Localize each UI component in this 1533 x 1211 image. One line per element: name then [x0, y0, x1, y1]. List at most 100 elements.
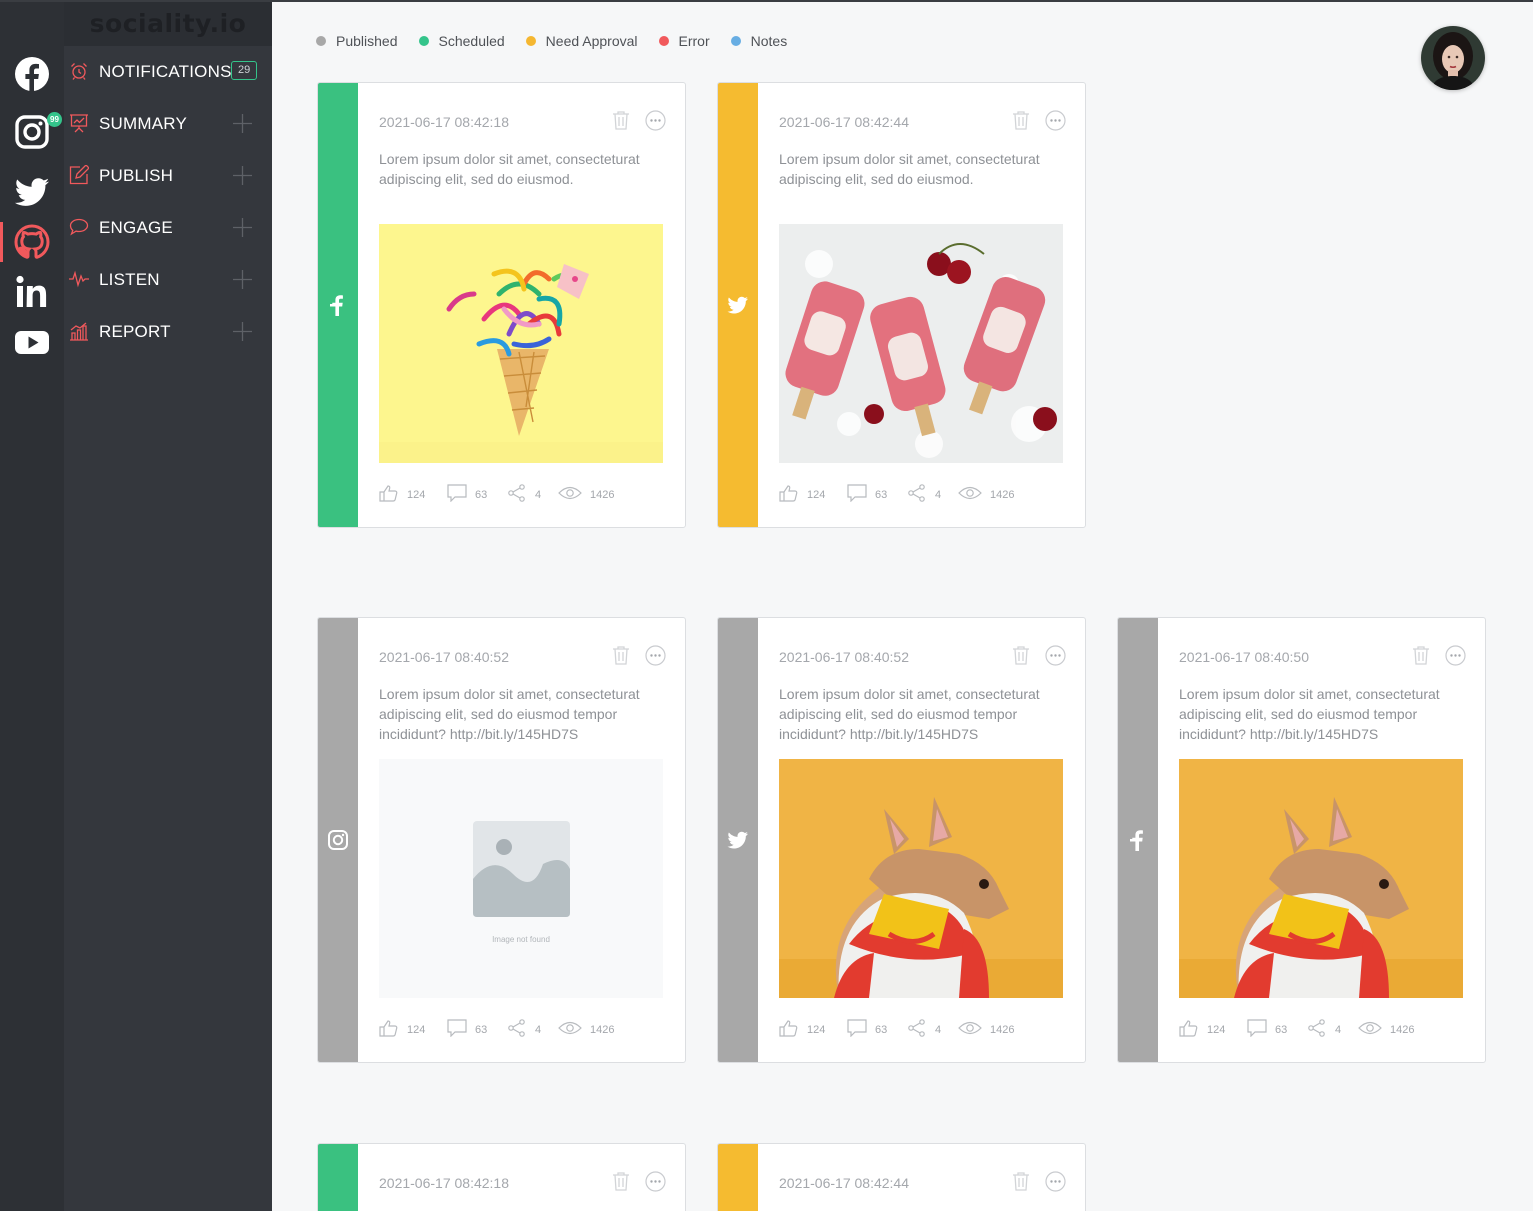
plus-icon[interactable] — [233, 322, 252, 341]
rail-item-github[interactable] — [0, 216, 64, 268]
eye-icon — [958, 486, 982, 500]
post-stats: 124 63 4 1426 — [779, 484, 1063, 504]
likes-count: 124 — [407, 1024, 426, 1036]
post-media-ice-cream[interactable] — [379, 224, 663, 463]
linkedin-icon — [16, 275, 47, 307]
shares-stat[interactable]: 4 — [507, 484, 541, 502]
trash-icon[interactable] — [1412, 645, 1430, 665]
eye-icon — [558, 1021, 582, 1035]
views-count: 1426 — [990, 489, 1015, 501]
legend-dot — [658, 36, 669, 46]
shares-count: 4 — [535, 1024, 542, 1036]
menu-item-engage[interactable]: ENGAGE — [64, 202, 272, 254]
post-card[interactable]: 2021-06-17 08:42:44 — [717, 1143, 1086, 1211]
rail-item-linkedin[interactable] — [0, 266, 64, 318]
legend-label: Need Approval — [545, 33, 638, 49]
plus-icon[interactable] — [233, 114, 252, 133]
shares-stat[interactable]: 4 — [907, 1019, 941, 1037]
shares-stat[interactable]: 4 — [507, 1019, 541, 1037]
comments-stat[interactable]: 63 — [847, 484, 887, 502]
more-options-icon[interactable] — [1045, 1171, 1066, 1192]
likes-count: 124 — [407, 489, 426, 501]
post-media-popsicles[interactable] — [779, 224, 1063, 463]
rail-item-twitter[interactable] — [0, 166, 64, 218]
post-stats: 124 63 4 1426 — [379, 1019, 663, 1039]
shares-stat[interactable]: 4 — [907, 484, 941, 502]
trash-icon[interactable] — [612, 1171, 630, 1191]
twitter-icon — [727, 831, 748, 849]
comments-stat[interactable]: 63 — [847, 1019, 887, 1037]
menu-item-notifications[interactable]: NOTIFICATIONS 29 — [64, 46, 272, 98]
user-avatar[interactable] — [1421, 26, 1485, 90]
more-options-icon[interactable] — [1045, 645, 1066, 666]
rail-item-instagram[interactable]: 99 — [0, 106, 64, 158]
rail-item-youtube[interactable] — [0, 316, 64, 368]
likes-stat[interactable]: 124 — [779, 1019, 825, 1037]
sociality-logo[interactable]: sociality.io — [64, 0, 272, 46]
legend-item-error: Error — [658, 33, 710, 49]
legend-item-need-approval: Need Approval — [525, 33, 638, 49]
views-stat[interactable]: 1426 — [958, 484, 1014, 502]
likes-count: 124 — [807, 1024, 826, 1036]
likes-stat[interactable]: 124 — [1179, 1019, 1225, 1037]
more-options-icon[interactable] — [645, 1171, 666, 1192]
status-strip-published — [318, 618, 358, 1062]
more-options-icon[interactable] — [645, 110, 666, 131]
trash-icon[interactable] — [612, 645, 630, 665]
facebook-icon — [1130, 830, 1143, 851]
bar-chart-icon — [70, 322, 88, 341]
trash-icon[interactable] — [612, 110, 630, 130]
shares-count: 4 — [935, 1024, 942, 1036]
plus-icon[interactable] — [233, 218, 252, 237]
dog-in-shirt-image — [1179, 759, 1463, 998]
menu-item-summary[interactable]: SUMMARY — [64, 98, 272, 150]
legend-dot — [525, 36, 536, 46]
views-stat[interactable]: 1426 — [558, 1019, 614, 1037]
plus-icon[interactable] — [233, 166, 252, 185]
post-text: Lorem ipsum dolor sit amet, consectetura… — [779, 686, 1040, 742]
eye-icon — [1358, 1021, 1382, 1035]
plus-icon[interactable] — [233, 270, 252, 289]
post-media-dog[interactable] — [1179, 759, 1463, 998]
post-card[interactable]: 2021-06-17 08:42:18 Lorem ipsum dolor si… — [317, 82, 686, 528]
rail-item-facebook[interactable] — [0, 48, 64, 100]
menu-item-publish[interactable]: PUBLISH — [64, 150, 272, 202]
more-options-icon[interactable] — [645, 645, 666, 666]
status-strip-published — [718, 618, 758, 1062]
post-card[interactable]: 2021-06-17 08:42:44 Lorem ipsum dolor si… — [717, 82, 1086, 528]
status-strip-scheduled — [318, 1144, 358, 1211]
trash-icon[interactable] — [1012, 645, 1030, 665]
menu-label: SUMMARY — [99, 114, 187, 133]
shares-count: 4 — [935, 489, 942, 501]
post-card[interactable]: 2021-06-17 08:40:52 Lorem ipsum dolor si… — [717, 617, 1086, 1063]
post-card[interactable]: 2021-06-17 08:40:50 Lorem ipsum dolor si… — [1117, 617, 1486, 1063]
menu-item-listen[interactable]: LISTEN — [64, 254, 272, 306]
comments-stat[interactable]: 63 — [1247, 1019, 1287, 1037]
status-legend: Published Scheduled Need Approval Error … — [316, 33, 808, 49]
shares-count: 4 — [535, 489, 542, 501]
likes-stat[interactable]: 124 — [379, 484, 425, 502]
views-stat[interactable]: 1426 — [958, 1019, 1014, 1037]
shares-stat[interactable]: 4 — [1307, 1019, 1341, 1037]
pulse-icon — [69, 270, 89, 288]
more-options-icon[interactable] — [1045, 110, 1066, 131]
comments-stat[interactable]: 63 — [447, 1019, 487, 1037]
more-options-icon[interactable] — [1445, 645, 1466, 666]
comments-stat[interactable]: 63 — [447, 484, 487, 502]
views-stat[interactable]: 1426 — [1358, 1019, 1414, 1037]
trash-icon[interactable] — [1012, 110, 1030, 130]
menu-item-report[interactable]: REPORT — [64, 306, 272, 358]
post-card[interactable]: 2021-06-17 08:42:18 — [317, 1143, 686, 1211]
trash-icon[interactable] — [1012, 1171, 1030, 1191]
views-stat[interactable]: 1426 — [558, 484, 614, 502]
post-media-placeholder[interactable]: Image not found — [379, 759, 663, 998]
likes-stat[interactable]: 124 — [779, 484, 825, 502]
post-card[interactable]: 2021-06-17 08:40:52 Lorem ipsum dolor si… — [317, 617, 686, 1063]
post-text: Lorem ipsum dolor sit amet, consectetura… — [379, 151, 640, 187]
post-media-dog[interactable] — [779, 759, 1063, 998]
social-network-rail: 99 — [0, 0, 64, 1211]
likes-stat[interactable]: 124 — [379, 1019, 425, 1037]
share-icon — [908, 1019, 925, 1037]
status-strip-need-approval — [718, 83, 758, 527]
like-icon — [1179, 1020, 1198, 1037]
